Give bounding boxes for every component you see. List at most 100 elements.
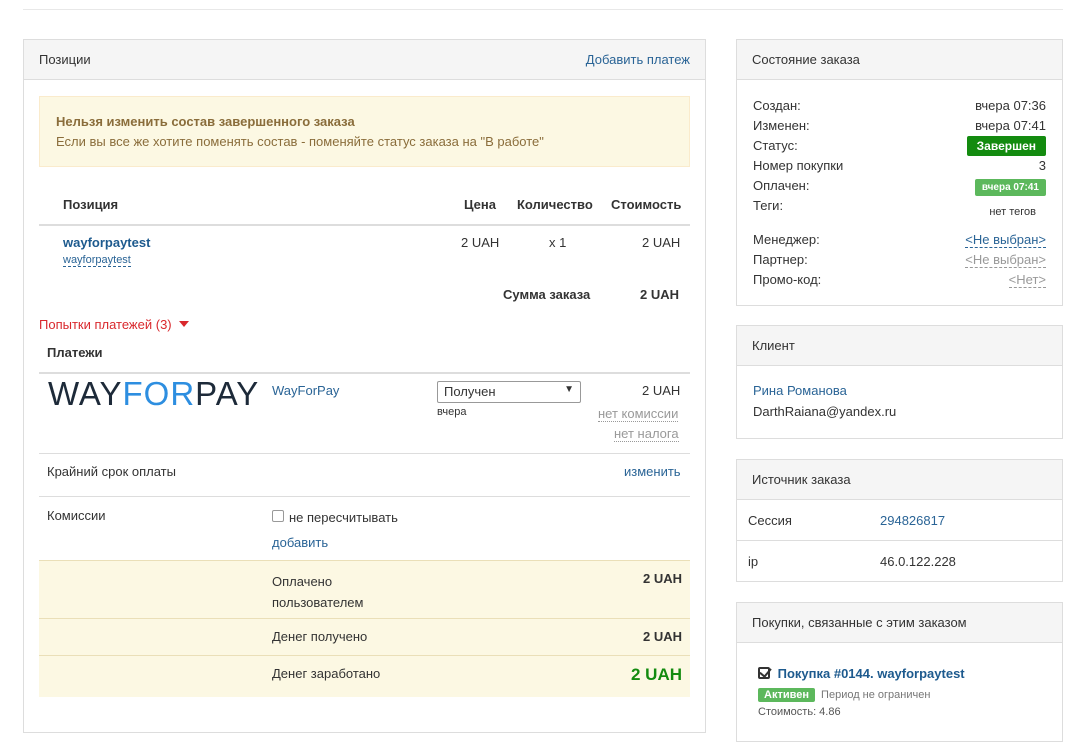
active-badge: Активен: [758, 688, 815, 702]
commissions-label: Комиссии: [47, 508, 106, 523]
positions-panel: Позиции Добавить платеж Нельзя изменить …: [23, 39, 706, 733]
order-source-title: Источник заказа: [737, 460, 1062, 500]
partner-select-link[interactable]: <Не выбран>: [965, 252, 1046, 268]
checkbox-checked-icon: [758, 667, 770, 679]
summary-earned-value: 2 UAH: [630, 665, 682, 684]
tags-label: Теги:: [753, 198, 784, 213]
caret-down-icon: [179, 321, 190, 327]
created-label: Создан:: [753, 98, 801, 113]
payment-provider-link[interactable]: WayForPay: [272, 383, 339, 398]
promo-label: Промо-код:: [753, 272, 822, 287]
session-link[interactable]: 294826817: [880, 500, 945, 541]
period-text: Период не ограничен: [821, 689, 931, 701]
table-header-divider: [39, 224, 690, 226]
wayforpay-logo: WAYFORPAY: [48, 375, 260, 412]
payment-attempts-toggle[interactable]: Попытки платежей (3): [39, 317, 190, 332]
col-header-position: Позиция: [63, 197, 119, 212]
partner-label: Партнер:: [753, 252, 808, 267]
session-row: Сессия 294826817: [737, 500, 1062, 541]
item-quantity: x 1: [549, 235, 567, 250]
order-state-panel: Состояние заказа Создан: вчера 07:36 Изм…: [736, 39, 1063, 306]
payment-date: вчера: [437, 406, 467, 418]
paid-label: Оплачен:: [753, 178, 810, 193]
changed-value: вчера 07:41: [975, 118, 1046, 133]
summary-value: 2 UAH: [642, 629, 682, 644]
created-row: Создан: вчера 07:36: [753, 96, 1046, 116]
status-badge: Завершен: [966, 136, 1046, 156]
locked-order-alert: Нельзя изменить состав завершенного зака…: [39, 96, 690, 167]
select-caret-icon: ▼: [564, 384, 574, 395]
tags-value: нет тегов: [989, 206, 1036, 218]
promo-select-link[interactable]: <Нет>: [1008, 272, 1046, 288]
related-purchase-meta: Активен Период не ограничен: [758, 688, 930, 702]
payment-attempts-label: Попытки платежей (3): [39, 317, 172, 332]
tags-row: Теги: нет тегов: [753, 196, 1046, 218]
payment-status-select[interactable]: Получен ▼: [437, 381, 581, 403]
deadline-label: Крайний срок оплаты: [47, 464, 176, 479]
ip-value: 46.0.122.228: [880, 554, 956, 569]
col-header-quantity: Количество: [517, 197, 593, 212]
divider: [39, 453, 690, 454]
paid-badge: вчера 07:41: [974, 179, 1046, 196]
ip-row: ip 46.0.122.228: [737, 541, 1062, 582]
payment-amount: 2 UAH: [642, 383, 681, 398]
col-header-price: Цена: [464, 197, 496, 212]
client-title: Клиент: [737, 326, 1062, 366]
promo-row: Промо-код: <Нет>: [753, 270, 1046, 290]
summary-row-paid: Оплачено пользователем 2 UAH: [39, 560, 690, 618]
related-purchase-link[interactable]: Покупка #0144. wayforpaytest: [778, 666, 965, 681]
positions-title: Позиции: [39, 52, 91, 67]
summary-value: 2 UAH: [642, 571, 682, 586]
summary-row-received: Денег получено 2 UAH: [39, 618, 690, 655]
item-name-link[interactable]: wayforpaytest: [63, 235, 150, 250]
status-row: Статус: Завершен: [753, 136, 1046, 156]
positions-panel-header: Позиции Добавить платеж: [24, 40, 705, 80]
client-name-link[interactable]: Рина Романова: [753, 383, 847, 398]
ip-label: ip: [748, 554, 759, 569]
order-total-label: Сумма заказа: [503, 287, 591, 302]
item-sub-link[interactable]: wayforpaytest: [63, 254, 131, 267]
partner-row: Партнер: <Не выбран>: [753, 250, 1046, 270]
order-state-title: Состояние заказа: [737, 40, 1062, 80]
changed-row: Изменен: вчера 07:41: [753, 116, 1046, 136]
add-payment-link[interactable]: Добавить платеж: [586, 40, 690, 79]
no-recalc-label: не пересчитывать: [289, 510, 398, 525]
status-label: Статус:: [753, 138, 798, 153]
item-cost: 2 UAH: [642, 235, 681, 250]
created-value: вчера 07:36: [975, 98, 1046, 113]
purchase-no-value: 3: [1038, 158, 1046, 173]
no-recalc-checkbox[interactable]: [272, 510, 284, 522]
manager-row: Менеджер: <Не выбран>: [753, 230, 1046, 250]
no-tax-link[interactable]: нет налога: [614, 426, 679, 442]
related-purchase-item: Покупка #0144. wayforpaytest: [758, 666, 965, 681]
session-label: Сессия: [748, 513, 792, 528]
payments-title: Платежи: [47, 345, 103, 360]
related-title: Покупки, связанные с этим заказом: [737, 603, 1062, 643]
deadline-change-link[interactable]: изменить: [624, 464, 681, 479]
summary-label: Денег заработано: [272, 666, 381, 681]
summary-label: Оплачено пользователем: [272, 574, 364, 610]
summary-label: Денег получено: [272, 629, 368, 644]
item-price: 2 UAH: [461, 235, 500, 250]
changed-label: Изменен:: [753, 118, 810, 133]
payments-header-divider: [39, 372, 690, 374]
paid-row: Оплачен: вчера 07:41: [753, 176, 1046, 196]
summary-row-earned: Денег заработано 2 UAH: [39, 655, 690, 697]
client-email: DarthRaiana@yandex.ru: [753, 404, 897, 419]
add-commission-link[interactable]: добавить: [272, 535, 328, 550]
col-header-cost: Стоимость: [611, 197, 682, 212]
order-source-panel: Источник заказа Сессия 294826817 ip 46.0…: [736, 459, 1063, 582]
related-cost: Стоимость: 4.86: [758, 706, 841, 718]
alert-text: Если вы все же хотите поменять состав - …: [56, 134, 544, 149]
top-divider: [23, 9, 1063, 10]
order-total-value: 2 UAH: [640, 287, 680, 302]
manager-select-link[interactable]: <Не выбран>: [965, 232, 1046, 248]
purchase-no-label: Номер покупки: [753, 158, 844, 173]
alert-title: Нельзя изменить состав завершенного зака…: [56, 114, 355, 129]
related-purchases-panel: Покупки, связанные с этим заказом Покупк…: [736, 602, 1063, 742]
client-panel: Клиент Рина Романова DarthRaiana@yandex.…: [736, 325, 1063, 439]
no-commission-link[interactable]: нет комиссии: [598, 406, 679, 422]
payment-status-value: Получен: [444, 384, 496, 399]
divider: [39, 496, 690, 497]
manager-label: Менеджер:: [753, 232, 820, 247]
